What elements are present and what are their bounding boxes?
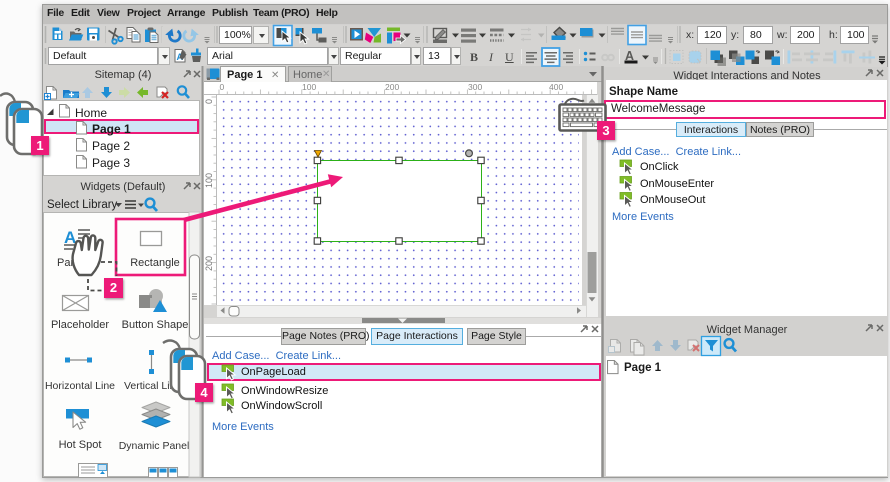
svg-text:100: 100 — [302, 82, 316, 92]
svg-text:0: 0 — [220, 82, 225, 92]
svg-text:200: 200 — [204, 256, 214, 271]
svg-text:400: 400 — [549, 82, 563, 92]
svg-text:0: 0 — [204, 99, 214, 104]
svg-text:300: 300 — [468, 82, 482, 92]
svg-text:100: 100 — [204, 173, 214, 188]
svg-text:200: 200 — [385, 82, 399, 92]
